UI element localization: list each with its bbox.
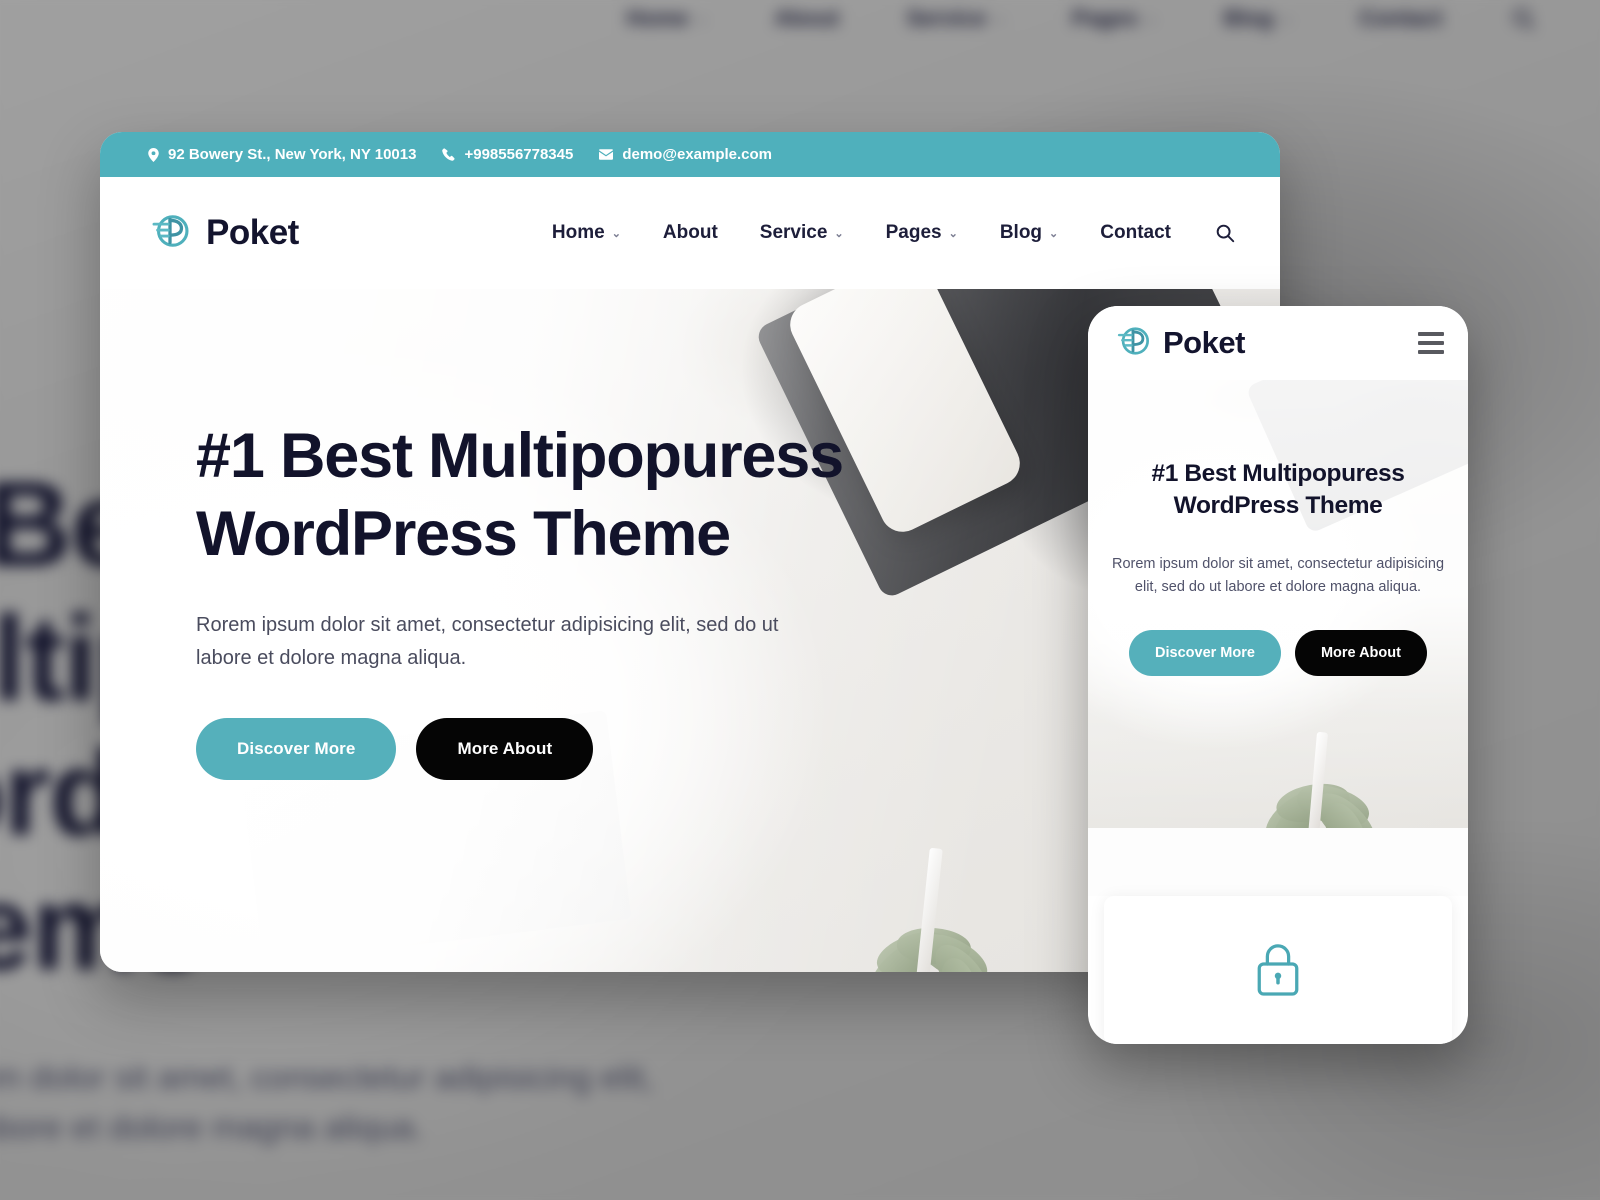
nav-item-pages[interactable]: Pages ⌄ xyxy=(865,222,979,244)
nav-label: Blog xyxy=(999,222,1043,243)
mobile-spacer-section xyxy=(1088,828,1468,896)
mobile-brand-logo[interactable]: Poket xyxy=(1114,322,1245,365)
mobile-feature-card xyxy=(1104,896,1452,1044)
poket-wing-circle-logo-icon xyxy=(148,209,192,258)
nav-item-home[interactable]: Home ⌄ xyxy=(531,222,642,244)
background-nav-item-blog: Blog ⌄ xyxy=(1224,5,1292,32)
background-nav-label: Contact xyxy=(1359,5,1443,31)
hero-content: #1 Best Multipopuress WordPress Theme Ro… xyxy=(100,289,880,780)
mobile-more-about-button[interactable]: More About xyxy=(1294,629,1427,676)
mobile-hero-content: #1 Best Multipopuress WordPress Theme Ro… xyxy=(1088,380,1468,676)
mobile-hero-description: Rorem ipsum dolor sit amet, consectetur … xyxy=(1111,555,1445,596)
chevron-down-icon: ⌄ xyxy=(611,227,621,240)
main-navigation: Home ⌄ About Service ⌄ Pages ⌄ Blog ⌄ Co… xyxy=(531,222,1236,244)
chevron-down-icon: ⌄ xyxy=(1145,10,1157,26)
nav-label: About xyxy=(662,222,718,243)
background-nav-item-home: Home ⌄ xyxy=(626,5,707,32)
chevron-down-icon: ⌄ xyxy=(1049,227,1059,240)
nav-label: Contact xyxy=(1100,222,1171,243)
nav-item-about[interactable]: About xyxy=(642,222,739,244)
background-nav-label: About xyxy=(774,5,840,31)
brand-logo[interactable]: Poket xyxy=(148,209,299,258)
map-pin-icon xyxy=(148,147,159,162)
page-title: #1 Best Multipopuress WordPress Theme xyxy=(196,421,844,570)
background-navbar: Home ⌄ About Service ⌄ Pages ⌄ Blog ⌄ Co… xyxy=(0,0,1600,49)
mobile-discover-more-button[interactable]: Discover More xyxy=(1129,629,1281,676)
chevron-down-icon: ⌄ xyxy=(834,227,844,240)
nav-label: Home xyxy=(551,222,605,243)
envelope-icon xyxy=(599,149,614,160)
background-nav-label: Blog xyxy=(1223,5,1274,31)
hamburger-menu-icon[interactable] xyxy=(1418,332,1444,354)
poket-wing-circle-logo-icon xyxy=(1114,322,1152,365)
topbar-phone-text: +998556778345 xyxy=(464,146,574,163)
nav-item-service[interactable]: Service ⌄ xyxy=(739,222,865,244)
background-nav-label: Service xyxy=(906,5,987,31)
background-nav-item-about: About xyxy=(774,5,839,32)
chevron-down-icon: ⌄ xyxy=(1280,10,1292,26)
nav-label: Pages xyxy=(885,222,942,243)
mobile-hero-section: #1 Best Multipopuress WordPress Theme Ro… xyxy=(1088,380,1468,828)
mobile-preview-card: Poket #1 Best Multipopuress WordPress Th… xyxy=(1088,306,1468,1044)
contact-topbar: 92 Bowery St., New York, NY 10013 +99855… xyxy=(100,132,1280,177)
topbar-address: 92 Bowery St., New York, NY 10013 xyxy=(148,146,416,163)
brand-name: Poket xyxy=(206,213,299,252)
discover-more-button[interactable]: Discover More xyxy=(196,718,397,780)
background-nav-item-pages: Pages ⌄ xyxy=(1072,5,1156,32)
phone-icon xyxy=(442,148,456,161)
background-nav-item-service: Service ⌄ xyxy=(906,5,1004,32)
background-search-icon xyxy=(1510,5,1537,32)
nav-item-blog[interactable]: Blog ⌄ xyxy=(979,222,1079,244)
hero-description: Rorem ipsum dolor sit amet, consectetur … xyxy=(196,614,779,669)
chevron-down-icon: ⌄ xyxy=(993,10,1005,26)
desktop-header: Poket Home ⌄ About Service ⌄ Pages ⌄ Blo… xyxy=(100,177,1280,289)
more-about-button[interactable]: More About xyxy=(416,718,594,780)
nav-label: Service xyxy=(759,222,828,243)
mobile-header: Poket xyxy=(1088,306,1468,380)
background-hero-body: Rorem ipsum dolor sit amet, consectetur … xyxy=(0,1057,654,1146)
chevron-down-icon: ⌄ xyxy=(695,10,708,26)
background-nav-label: Pages xyxy=(1071,5,1139,31)
nav-item-contact[interactable]: Contact xyxy=(1079,222,1192,244)
search-icon[interactable] xyxy=(1214,222,1236,244)
mobile-brand-name: Poket xyxy=(1163,325,1245,360)
mobile-hero-button-group: Discover More More About xyxy=(1110,629,1446,676)
mobile-page-title: #1 Best Multipopuress WordPress Theme xyxy=(1151,460,1405,520)
hero-button-group: Discover More More About xyxy=(196,718,880,780)
background-nav-item-contact: Contact xyxy=(1359,5,1443,32)
topbar-phone: +998556778345 xyxy=(442,146,573,163)
topbar-email-text: demo@example.com xyxy=(622,146,773,163)
topbar-address-text: 92 Bowery St., New York, NY 10013 xyxy=(168,146,417,163)
chevron-down-icon: ⌄ xyxy=(948,227,958,240)
topbar-email: demo@example.com xyxy=(599,146,772,163)
padlock-icon xyxy=(1253,940,1303,1003)
background-nav-label: Home xyxy=(626,5,689,31)
